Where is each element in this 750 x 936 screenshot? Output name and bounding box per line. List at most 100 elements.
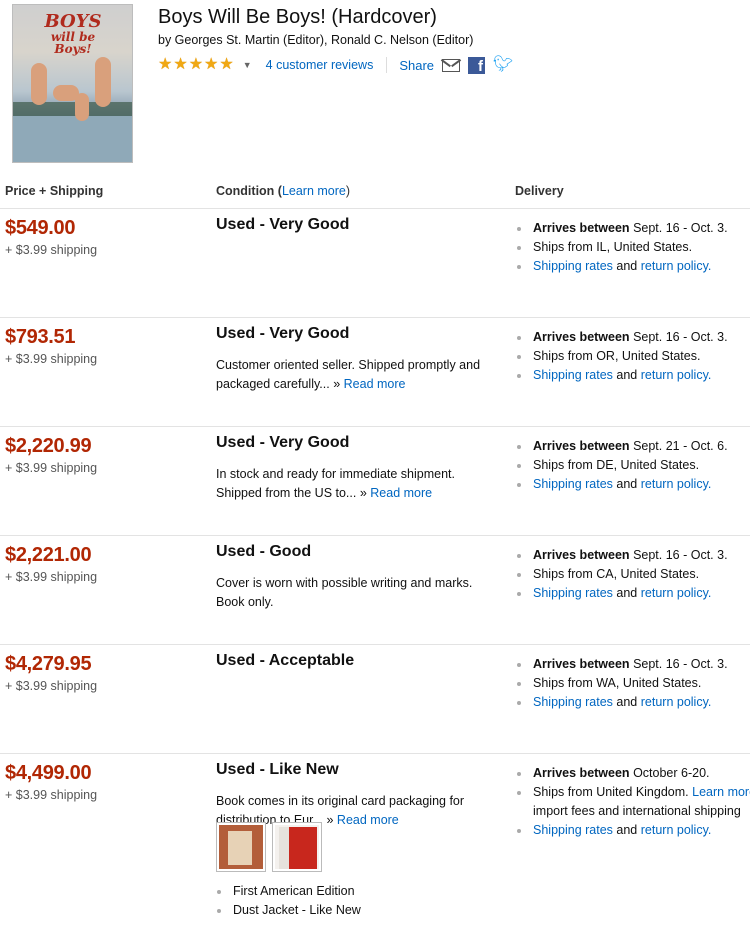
offer-condition: Used - Very Good: [216, 216, 350, 233]
feature-item: Dust Jacket - Like New: [216, 901, 361, 920]
delivery-ships-from: Ships from CA, United States.: [516, 565, 750, 584]
offer-shipping: + $3.99 shipping: [5, 788, 98, 802]
arrives-dates: Sept. 16 - Oct. 3.: [633, 548, 728, 562]
divider: [0, 426, 750, 427]
divider: [0, 644, 750, 645]
column-header-condition-close: ): [345, 184, 351, 198]
cover-trees: [13, 102, 132, 116]
delivery-policies: Shipping rates and return policy.: [516, 257, 750, 276]
divider: [386, 57, 388, 73]
divider: [0, 208, 750, 209]
arrives-label: Arrives between: [533, 548, 630, 562]
read-more-link[interactable]: Read more: [337, 813, 399, 827]
and-text: and: [616, 368, 638, 382]
offer-features: First American Edition Dust Jacket - Lik…: [216, 882, 361, 920]
star-icon: ★: [219, 56, 234, 73]
seller-comment: Customer oriented seller. Shipped prompt…: [216, 356, 501, 394]
cover-title: BOYS will be Boys!: [23, 11, 123, 56]
return-policy-link[interactable]: return policy.: [641, 368, 712, 382]
read-more-link[interactable]: Read more: [344, 377, 406, 391]
column-header-delivery: Delivery: [515, 184, 564, 198]
offer-price: $2,220.99: [5, 435, 92, 457]
cover-figure: [31, 63, 47, 105]
and-text: and: [616, 823, 638, 837]
arrives-label: Arrives between: [533, 221, 630, 235]
return-policy-link[interactable]: return policy.: [641, 586, 712, 600]
customer-reviews-link[interactable]: 4 customer reviews: [266, 58, 374, 72]
star-rating[interactable]: ★ ★ ★ ★ ★: [158, 57, 234, 73]
product-byline: by Georges St. Martin (Editor), Ronald C…: [158, 33, 474, 47]
and-text: and: [616, 259, 638, 273]
photo-spine: [279, 827, 289, 869]
cover-figure: [95, 57, 111, 107]
offer-shipping: + $3.99 shipping: [5, 243, 98, 257]
and-text: and: [616, 586, 638, 600]
offer-delivery: Arrives between Sept. 21 - Oct. 6. Ships…: [516, 437, 750, 494]
arrives-dates: Sept. 16 - Oct. 3.: [633, 657, 728, 671]
arrives-dates: Sept. 16 - Oct. 3.: [633, 221, 728, 235]
email-icon[interactable]: [442, 58, 461, 72]
offer-delivery: Arrives between Sept. 16 - Oct. 3. Ships…: [516, 655, 750, 712]
twitter-icon[interactable]: 🐦︎: [493, 57, 513, 73]
offer-photo-thumbnail[interactable]: [272, 822, 322, 872]
cover-title-line: BOYS: [44, 11, 102, 32]
offer-price: $2,221.00: [5, 544, 92, 566]
delivery-ships-from: Ships from WA, United States.: [516, 674, 750, 693]
book-cover-image[interactable]: BOYS will be Boys!: [12, 4, 133, 163]
offer-price: $4,279.95: [5, 653, 92, 675]
return-policy-link[interactable]: return policy.: [641, 823, 712, 837]
shipping-rates-link[interactable]: Shipping rates: [533, 695, 613, 709]
offer-delivery: Arrives between Sept. 16 - Oct. 3. Ships…: [516, 546, 750, 603]
read-more-link[interactable]: Read more: [370, 486, 432, 500]
offer-condition: Used - Very Good: [216, 434, 350, 451]
divider: [0, 535, 750, 536]
shipping-rates-link[interactable]: Shipping rates: [533, 823, 613, 837]
product-title[interactable]: Boys Will Be Boys! (Hardcover): [158, 6, 437, 29]
condition-learn-more-link[interactable]: Learn more: [282, 184, 346, 198]
arrives-label: Arrives between: [533, 330, 630, 344]
delivery-policies: Shipping rates and return policy.: [516, 475, 750, 494]
star-icon: ★: [158, 56, 173, 73]
column-header-price: Price + Shipping: [5, 184, 104, 198]
delivery-arrives: Arrives between Sept. 16 - Oct. 3.: [516, 546, 750, 565]
learn-more-link[interactable]: Learn more: [692, 785, 750, 799]
facebook-icon[interactable]: f: [468, 56, 486, 75]
offer-price: $4,499.00: [5, 762, 92, 784]
delivery-ships-from: Ships from IL, United States.: [516, 238, 750, 257]
delivery-ships-from: Ships from OR, United States.: [516, 347, 750, 366]
shipping-rates-link[interactable]: Shipping rates: [533, 259, 613, 273]
and-text: and: [616, 695, 638, 709]
seller-comment: Cover is worn with possible writing and …: [216, 576, 473, 609]
arrives-dates: October 6-20.: [633, 766, 710, 780]
shipping-rates-link[interactable]: Shipping rates: [533, 477, 613, 491]
offer-photo-thumbnail[interactable]: [216, 822, 266, 872]
ships-from-text: Ships from United Kingdom.: [533, 785, 689, 799]
delivery-ships-from: Ships from DE, United States.: [516, 456, 750, 475]
photo-card: [228, 831, 252, 865]
offer-delivery: Arrives between October 6-20. Ships from…: [516, 764, 750, 840]
product-header: BOYS will be Boys! Boys Will Be Boys! (H…: [0, 0, 750, 170]
offer-shipping: + $3.99 shipping: [5, 570, 98, 584]
shipping-rates-link[interactable]: Shipping rates: [533, 368, 613, 382]
divider: [0, 753, 750, 754]
cover-figure: [75, 93, 89, 121]
chevron-down-icon[interactable]: ▼: [243, 60, 252, 70]
offer-shipping: + $3.99 shipping: [5, 352, 98, 366]
arrives-label: Arrives between: [533, 657, 630, 671]
and-text: and: [616, 477, 638, 491]
arrives-dates: Sept. 21 - Oct. 6.: [633, 439, 728, 453]
delivery-arrives: Arrives between Sept. 21 - Oct. 6.: [516, 437, 750, 456]
delivery-arrives: Arrives between Sept. 16 - Oct. 3.: [516, 328, 750, 347]
shipping-rates-link[interactable]: Shipping rates: [533, 586, 613, 600]
arrives-dates: Sept. 16 - Oct. 3.: [633, 330, 728, 344]
share-link[interactable]: Share: [399, 58, 434, 73]
return-policy-link[interactable]: return policy.: [641, 259, 712, 273]
offer-delivery: Arrives between Sept. 16 - Oct. 3. Ships…: [516, 219, 750, 276]
return-policy-link[interactable]: return policy.: [641, 695, 712, 709]
star-icon: ★: [188, 56, 204, 73]
delivery-arrives: Arrives between Sept. 16 - Oct. 3.: [516, 655, 750, 674]
delivery-policies: Shipping rates and return policy.: [516, 584, 750, 603]
feature-item: First American Edition: [216, 882, 361, 901]
return-policy-link[interactable]: return policy.: [641, 477, 712, 491]
arrives-label: Arrives between: [533, 439, 630, 453]
